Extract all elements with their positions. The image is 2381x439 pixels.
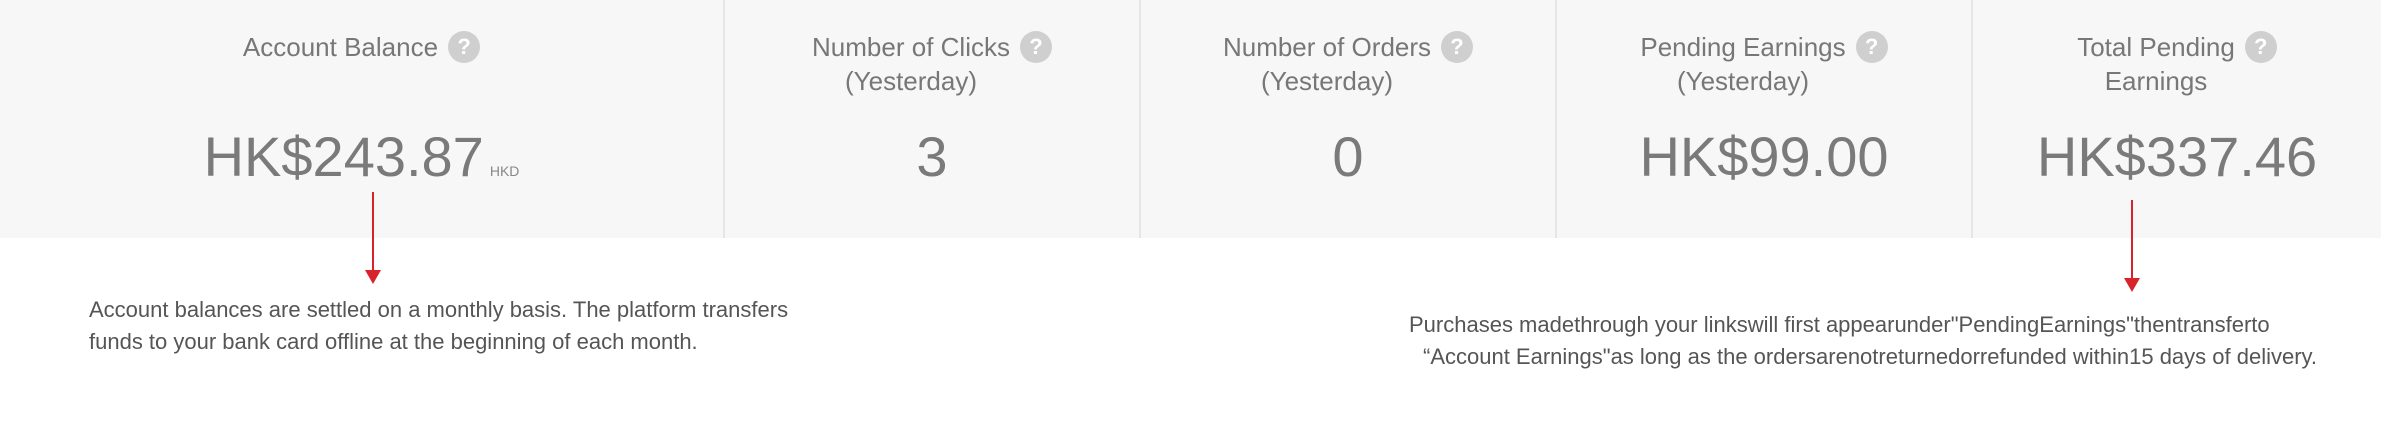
help-icon[interactable]: ? — [448, 31, 481, 63]
stat-value-amount: HK$337.46 — [2036, 125, 2318, 188]
stat-title: Pending Earnings (Yesterday) ? — [1557, 30, 1971, 98]
stat-value: HK$99.00 — [1557, 122, 1971, 192]
pending-earnings-note: Purchases madethrough your linkswill fir… — [1409, 309, 2317, 373]
stat-title-text: Account Balance — [243, 30, 438, 64]
currency-unit: HKD — [489, 163, 520, 179]
stat-title-line: Earnings — [2104, 66, 2208, 96]
stat-card-clicks: Number of Clicks (Yesterday) ? 3 — [725, 0, 1141, 238]
stat-title-line: (Yesterday) — [1676, 66, 1809, 96]
note-line: “Account Earnings"as long as the ordersa… — [1423, 344, 2318, 369]
stat-title-line: (Yesterday) — [845, 66, 977, 96]
help-icon[interactable]: ? — [1441, 31, 1474, 63]
arrow-down-icon — [2124, 200, 2140, 292]
stat-value: HK$243.87 HKD — [0, 122, 723, 206]
stat-card-pending-earnings: Pending Earnings (Yesterday) ? HK$99.00 — [1557, 0, 1973, 238]
stat-title-line: Number of Orders — [1222, 32, 1432, 62]
note-line: funds to your bank card offline at the b… — [89, 329, 698, 354]
stat-value-amount: HK$243.87 — [203, 125, 484, 188]
stat-title-line: Account Balance — [242, 32, 439, 62]
stat-title-line: Number of Clicks — [812, 32, 1010, 62]
stat-title-line: Total Pending — [2077, 32, 2235, 62]
stat-title-text: Pending Earnings (Yesterday) — [1640, 30, 1845, 98]
stat-value: 0 — [1141, 122, 1555, 192]
stat-card-orders: Number of Orders (Yesterday) ? 0 — [1141, 0, 1557, 238]
help-icon[interactable]: ? — [1855, 31, 1888, 63]
stat-card-account-balance: Account Balance ? HK$243.87 HKD — [0, 0, 725, 238]
stat-card-total-pending-earnings: Total Pending Earnings ? HK$337.46 — [1973, 0, 2381, 238]
help-icon[interactable]: ? — [2244, 31, 2277, 63]
stat-value-amount: HK$99.00 — [1639, 125, 1889, 188]
stat-value-amount: 0 — [1332, 125, 1364, 188]
note-line: Purchases madethrough your linkswill fir… — [1409, 312, 2270, 337]
help-icon[interactable]: ? — [1019, 31, 1052, 63]
stat-title: Account Balance ? — [0, 30, 723, 64]
stat-value-amount: 3 — [916, 125, 948, 188]
stat-title: Number of Orders (Yesterday) ? — [1141, 30, 1555, 98]
stat-value: HK$337.46 — [1973, 122, 2381, 192]
stat-title-text: Number of Clicks (Yesterday) — [812, 30, 1010, 98]
stats-bar: Account Balance ? HK$243.87 HKD Number of… — [0, 0, 2381, 238]
stat-title: Total Pending Earnings ? — [1973, 30, 2381, 98]
note-line: Account balances are settled on a monthl… — [89, 297, 789, 322]
account-balance-note: Account balances are settled on a monthl… — [89, 294, 788, 358]
stat-title-line: Pending Earnings — [1640, 32, 1846, 62]
stat-title-text: Total Pending Earnings — [2077, 30, 2235, 98]
stat-title-line: (Yesterday) — [1260, 66, 1393, 96]
stat-value: 3 — [725, 122, 1139, 192]
stat-title: Number of Clicks (Yesterday) ? — [725, 30, 1139, 98]
stat-title-text: Number of Orders (Yesterday) — [1223, 30, 1431, 98]
arrow-down-icon — [365, 192, 381, 284]
